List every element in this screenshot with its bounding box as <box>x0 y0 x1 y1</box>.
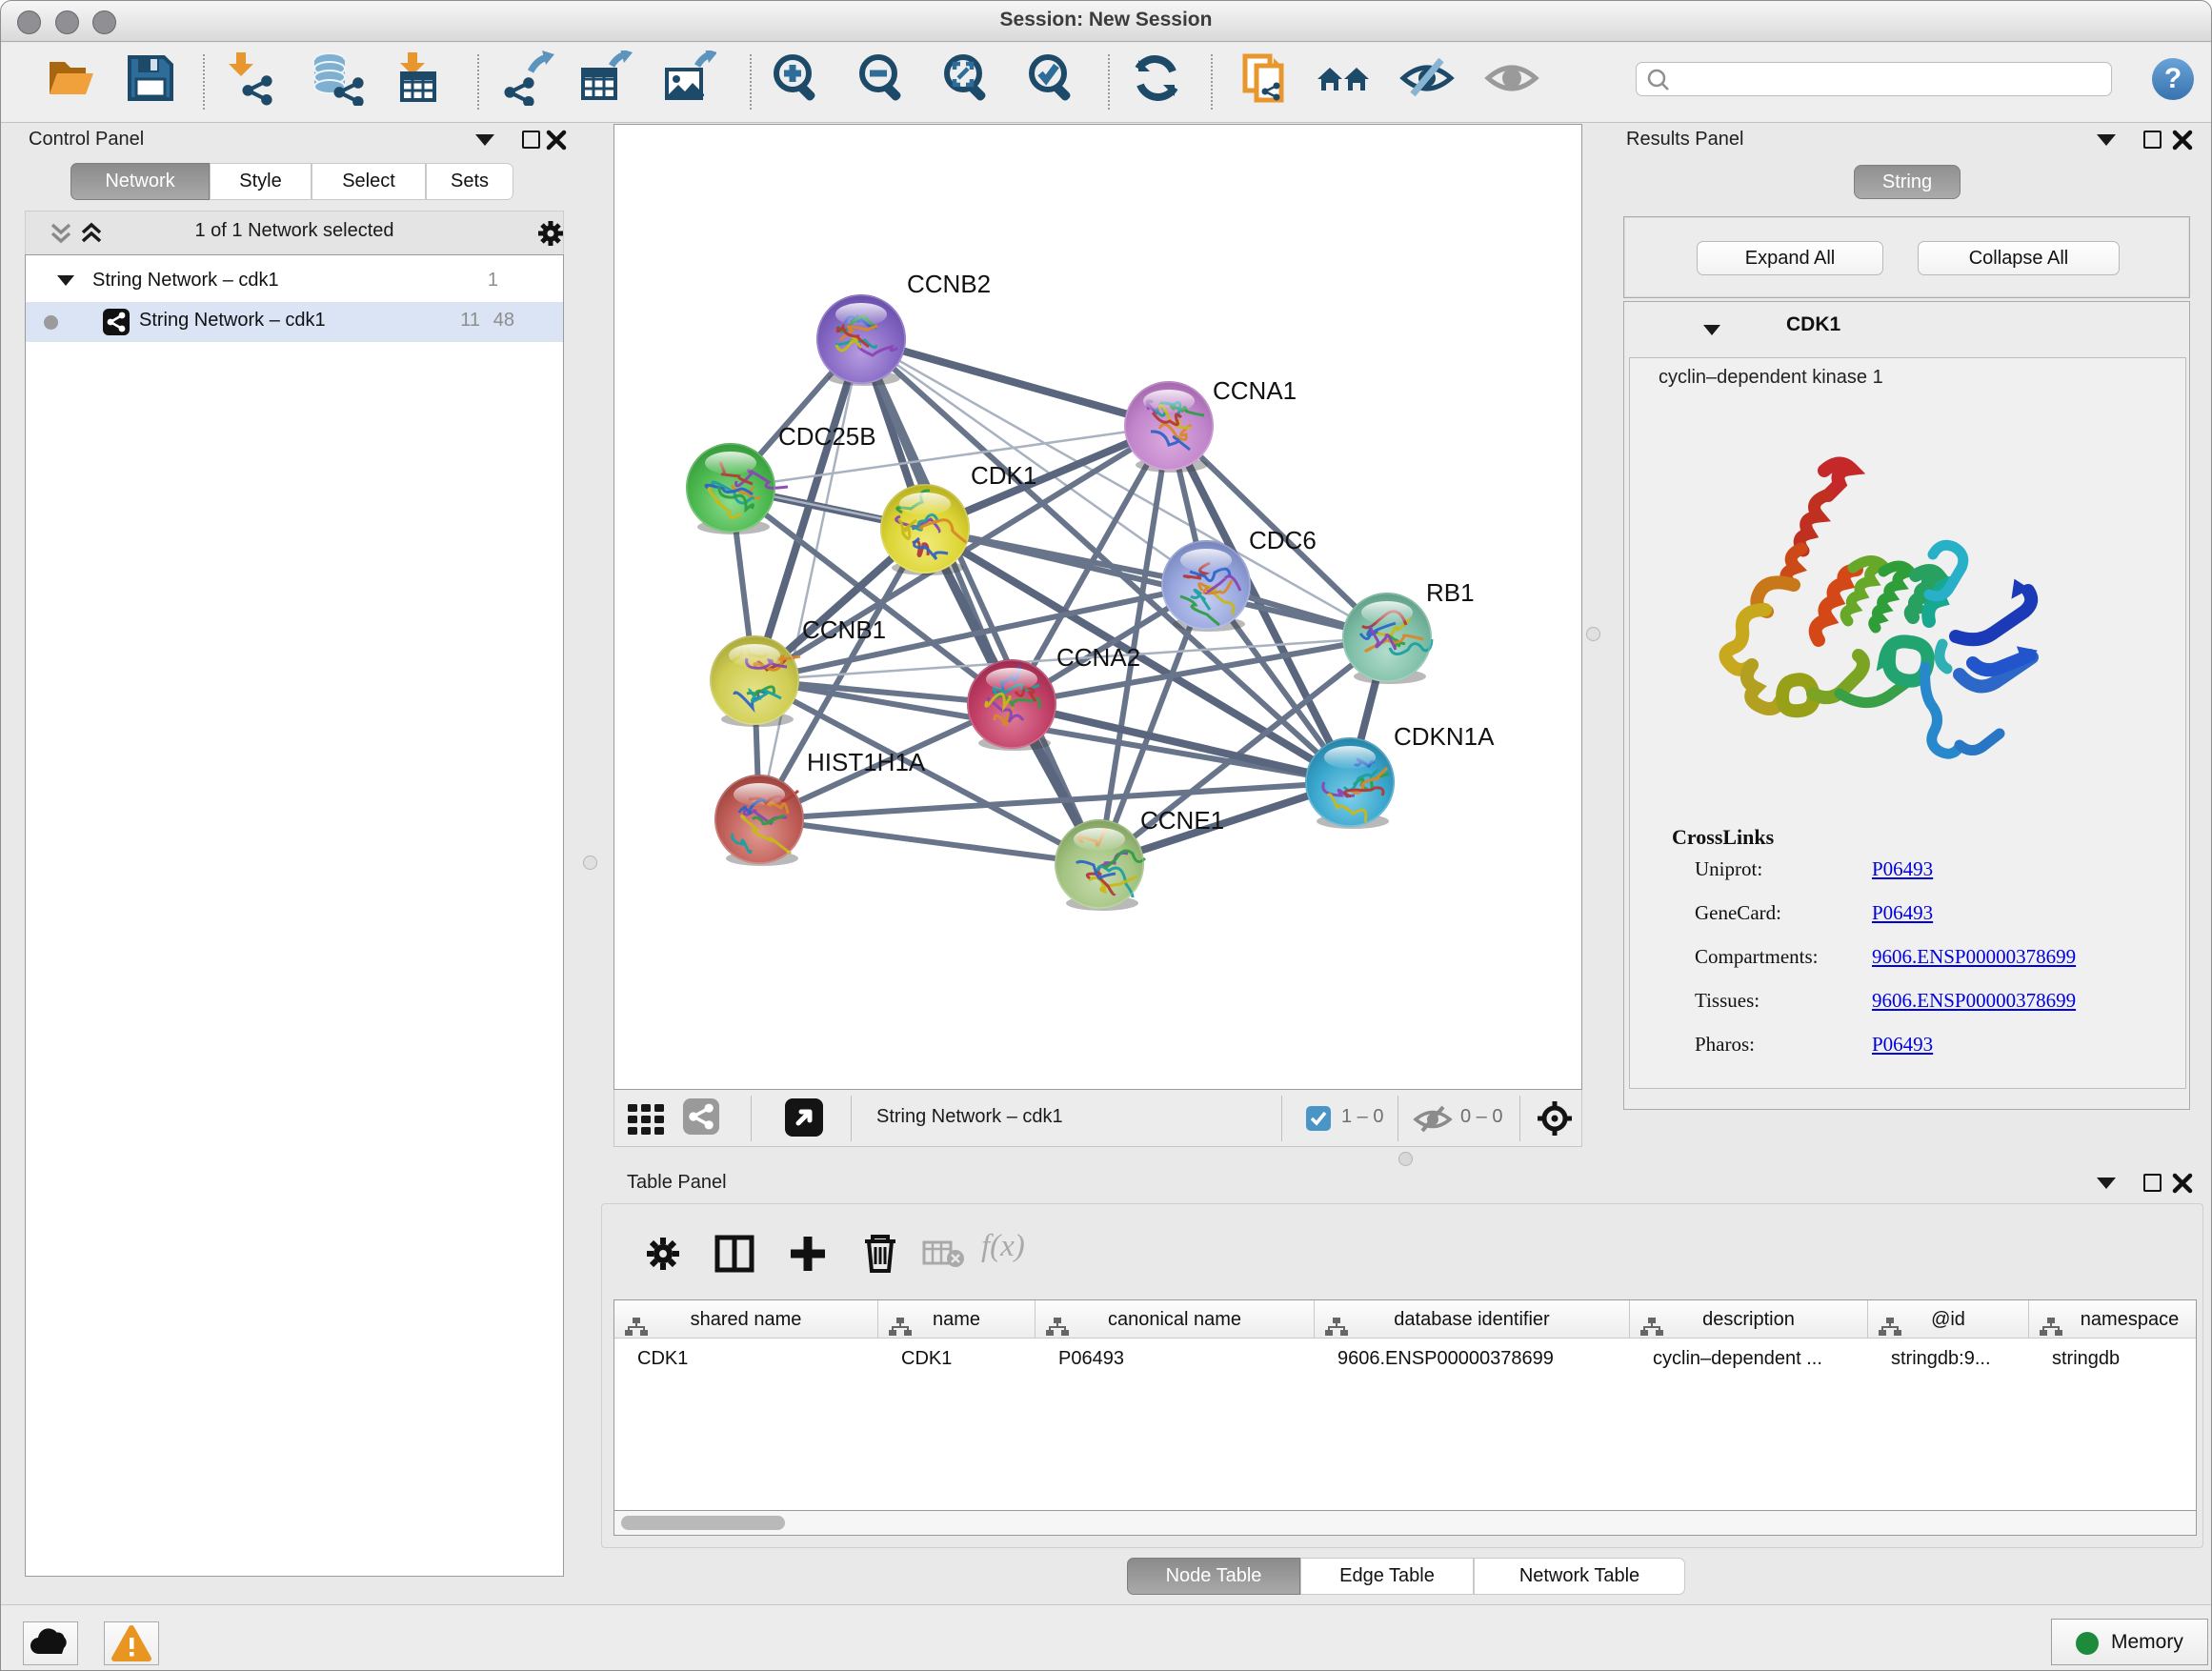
svg-text:CCNB2: CCNB2 <box>907 270 991 298</box>
svg-text:CCNA1: CCNA1 <box>1213 376 1297 405</box>
svg-text:CDKN1A: CDKN1A <box>1394 722 1495 751</box>
svg-text:CDC25B: CDC25B <box>778 422 876 451</box>
svg-text:CCNA2: CCNA2 <box>1056 643 1140 672</box>
svg-text:CCNB1: CCNB1 <box>802 615 886 644</box>
svg-text:CDK1: CDK1 <box>971 461 1036 490</box>
svg-text:CCNE1: CCNE1 <box>1140 806 1224 835</box>
svg-text:CDC6: CDC6 <box>1249 526 1317 554</box>
svg-text:HIST1H1A: HIST1H1A <box>807 748 926 776</box>
svg-text:RB1: RB1 <box>1426 578 1475 607</box>
